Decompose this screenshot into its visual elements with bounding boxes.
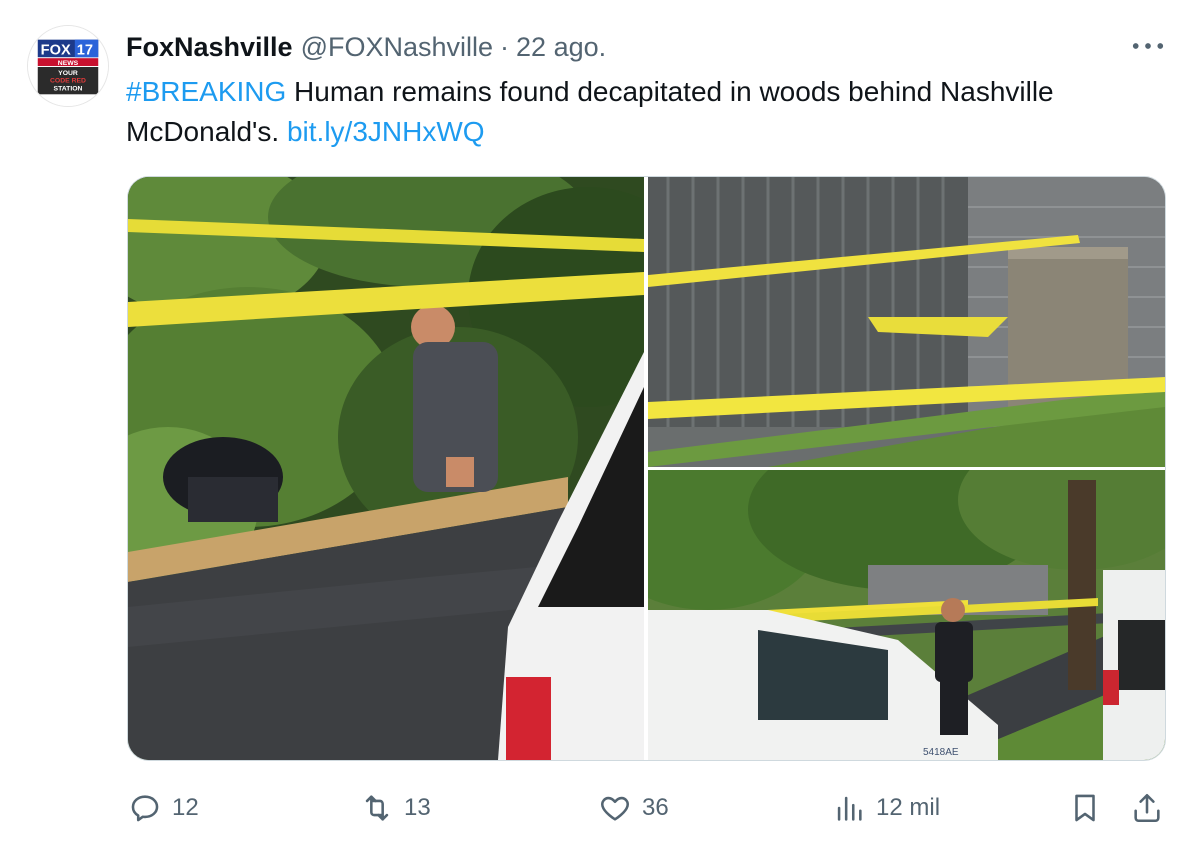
reply-button[interactable]: 12 xyxy=(128,780,199,836)
heart-icon xyxy=(601,796,629,821)
van-number: 5418AE xyxy=(923,747,959,758)
views-button[interactable]: 12 mil xyxy=(832,780,940,836)
views-icon xyxy=(837,796,862,821)
bookmark-button[interactable] xyxy=(1068,780,1102,836)
tweet-timestamp[interactable]: 22 ago. xyxy=(516,32,606,63)
fox17-logo: FOX 17 NEWS YOUR CODE RED STATION xyxy=(28,26,108,106)
logo-news-text: NEWS xyxy=(58,60,79,67)
logo-codered-text: CODE RED xyxy=(50,78,86,85)
photo-shed-tape xyxy=(648,177,1165,467)
logo-station-text: STATION xyxy=(54,85,83,92)
logo-number-text: 17 xyxy=(77,42,93,58)
author-handle[interactable]: @FOXNashville xyxy=(301,32,493,63)
photo-2[interactable] xyxy=(648,177,1165,467)
photo-road-officer: 5418AE xyxy=(648,470,1165,760)
tweet-header: FoxNashville @FOXNashville · 22 ago. xyxy=(126,30,606,64)
action-bar: 12 13 36 12 mil xyxy=(0,780,1200,836)
share-button[interactable] xyxy=(1130,780,1164,836)
avatar[interactable]: FOX 17 NEWS YOUR CODE RED STATION xyxy=(27,25,109,107)
photo-1[interactable] xyxy=(128,177,644,760)
photo-woods-officers xyxy=(128,177,644,760)
share-icon xyxy=(1134,793,1160,823)
media-grid: 5418AE xyxy=(127,176,1166,761)
logo-your-text: YOUR xyxy=(58,70,78,77)
photo-3[interactable]: 5418AE xyxy=(648,470,1165,760)
reply-count: 12 xyxy=(172,794,199,821)
like-button[interactable]: 36 xyxy=(598,780,669,836)
retweet-count: 13 xyxy=(404,794,431,821)
author-name[interactable]: FoxNashville xyxy=(126,32,293,63)
more-icon xyxy=(1132,43,1164,49)
bookmark-icon xyxy=(1075,794,1095,822)
retweet-button[interactable]: 13 xyxy=(360,780,431,836)
like-count: 36 xyxy=(642,794,669,821)
hashtag-link[interactable]: #BREAKING xyxy=(126,76,286,107)
reply-icon xyxy=(131,795,159,822)
separator-dot: · xyxy=(500,31,510,62)
url-link[interactable]: bit.ly/3JNHxWQ xyxy=(287,116,485,147)
views-count: 12 mil xyxy=(876,794,941,821)
logo-fox-text: FOX xyxy=(41,42,71,58)
retweet-icon xyxy=(365,795,389,821)
tweet-text: #BREAKING Human remains found decapitate… xyxy=(126,72,1176,152)
more-options-button[interactable] xyxy=(1130,34,1166,58)
tweet: FOX 17 NEWS YOUR CODE RED STATION FoxNas… xyxy=(0,0,1200,846)
